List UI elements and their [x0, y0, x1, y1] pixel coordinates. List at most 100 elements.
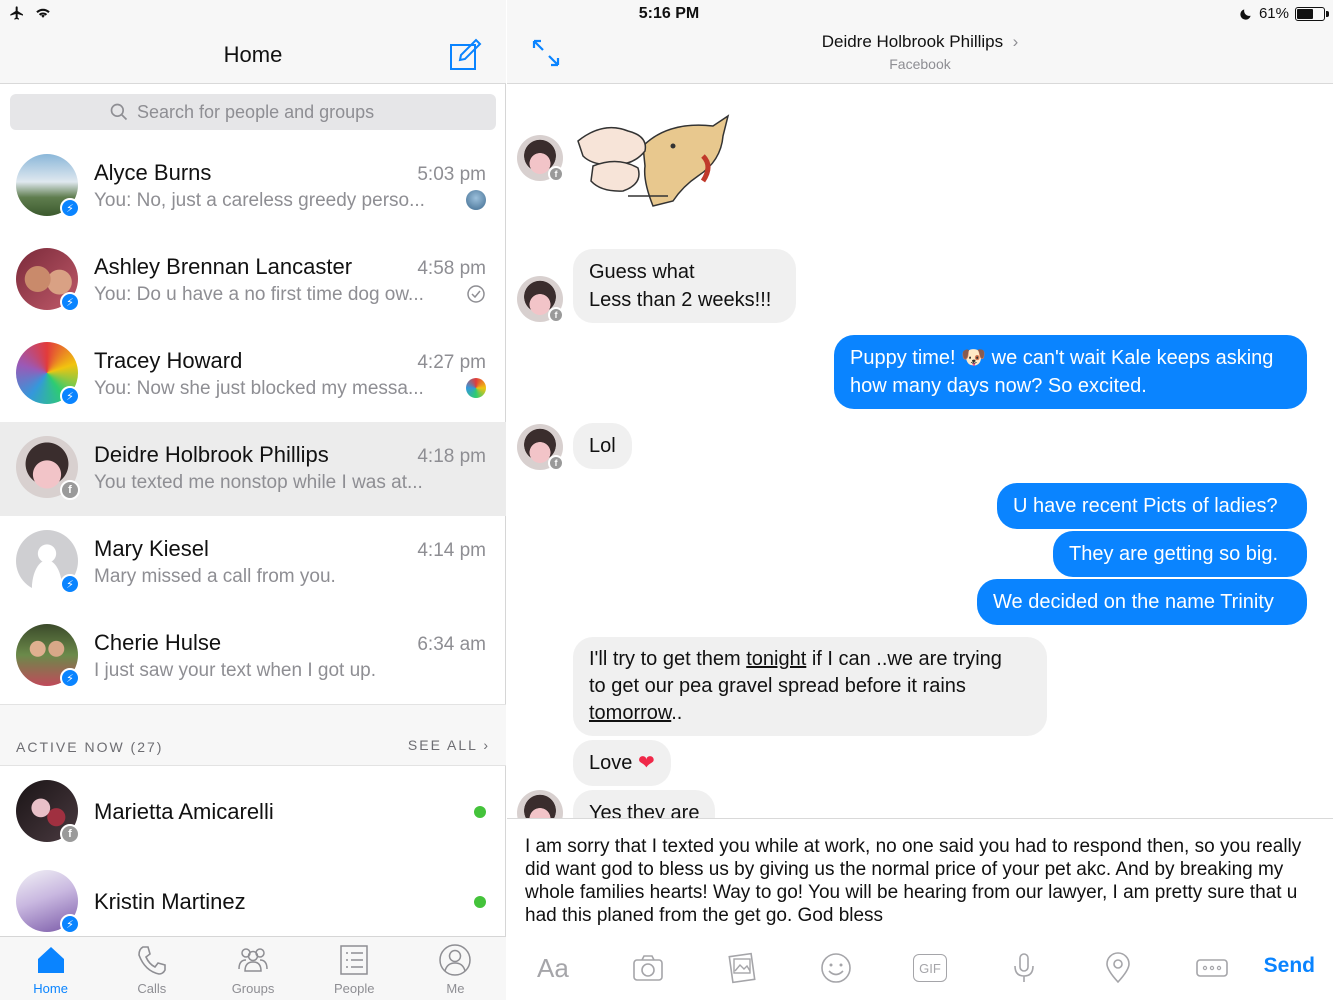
- gif-button[interactable]: GIF: [913, 948, 1007, 988]
- active-person-row[interactable]: f Marietta Amicarelli: [0, 766, 506, 856]
- conversation-preview: You: No, just a careless greedy perso...: [94, 190, 425, 211]
- conversation-row[interactable]: ⚡ Ashley Brennan Lancaster 4:58 pm You: …: [0, 234, 506, 328]
- outgoing-message[interactable]: Puppy time! 🐶 we can't wait Kale keeps a…: [834, 335, 1307, 409]
- messenger-badge-icon: ⚡: [60, 668, 80, 688]
- active-person-row[interactable]: ⚡ Kristin Martinez: [0, 856, 506, 946]
- more-icon: [1196, 959, 1228, 977]
- status-bar: 5:16 PM 61%: [0, 0, 1333, 28]
- compose-icon: [450, 38, 482, 70]
- message-text: I'll try to get them: [589, 648, 747, 670]
- conversation-name: Tracey Howard: [94, 348, 243, 373]
- chat-pane: Deidre Holbrook Phillips › Facebook f f …: [507, 0, 1333, 1000]
- gif-label: GIF: [919, 960, 941, 976]
- tab-groups[interactable]: Groups: [202, 937, 303, 1000]
- conversation-row[interactable]: ⚡ Mary Kiesel 4:14 pm Mary missed a call…: [0, 516, 506, 610]
- outgoing-message[interactable]: We decided on the name Trinity: [977, 579, 1307, 625]
- battery-tip: [1326, 10, 1329, 17]
- tab-calls[interactable]: Calls: [101, 937, 202, 1000]
- sent-check-icon: [467, 285, 485, 303]
- incoming-message[interactable]: Love ❤: [573, 740, 671, 786]
- message-text: ..: [671, 702, 683, 724]
- dog-emoji-icon: 🐶: [961, 347, 987, 369]
- message-input[interactable]: I am sorry that I texted you while at wo…: [525, 835, 1315, 931]
- send-button[interactable]: Send: [1264, 954, 1315, 978]
- location-pin-icon: [1106, 952, 1130, 984]
- gif-icon: GIF: [913, 954, 947, 982]
- sticker-button[interactable]: [819, 948, 913, 988]
- conversation-row[interactable]: ⚡ Cherie Hulse 6:34 am I just saw your t…: [0, 610, 506, 704]
- outgoing-message[interactable]: U have recent Picts of ladies?: [997, 483, 1307, 529]
- message-thread[interactable]: f f Guess what Less than 2 weeks!!! Pupp…: [507, 84, 1333, 818]
- photo-icon: [728, 952, 756, 984]
- message-link-text[interactable]: tonight: [746, 648, 806, 670]
- heart-icon: ❤: [637, 752, 655, 774]
- people-list-icon: [340, 945, 368, 975]
- message-text: if I can ..we are trying: [806, 648, 1002, 670]
- text-format-button[interactable]: Aa: [537, 948, 631, 988]
- incoming-message[interactable]: Yes they are: [573, 790, 716, 818]
- chevron-right-icon: ›: [483, 737, 490, 753]
- tab-label: Me: [446, 981, 465, 996]
- compose-button[interactable]: [448, 38, 482, 72]
- active-now-list: f Marietta Amicarelli ⚡ Kristin Martinez: [0, 766, 506, 946]
- search-icon: [110, 103, 128, 121]
- tab-label: People: [333, 981, 375, 996]
- conversation-preview: You: Now she just blocked my messa...: [94, 378, 424, 399]
- location-button[interactable]: [1101, 948, 1195, 988]
- tab-label: Groups: [231, 981, 275, 996]
- conversation-row[interactable]: ⚡ Tracey Howard 4:27 pm You: Now she jus…: [0, 328, 506, 422]
- message-text: Love: [589, 752, 638, 774]
- online-indicator-icon: [474, 806, 486, 818]
- groups-icon: [238, 948, 268, 972]
- microphone-icon: [1014, 953, 1034, 982]
- message-link-text[interactable]: tomorrow: [589, 702, 671, 724]
- battery-icon: [1295, 6, 1329, 21]
- voice-button[interactable]: [1007, 948, 1101, 988]
- status-right: 61%: [1239, 5, 1329, 22]
- active-now-header: ACTIVE NOW (27) SEE ALL ›: [0, 704, 506, 766]
- camera-icon: [633, 955, 663, 981]
- dog-sticker[interactable]: [573, 106, 733, 214]
- conversation-time: 4:14 pm: [417, 540, 486, 561]
- conversation-preview: I just saw your text when I got up.: [94, 660, 376, 681]
- conversation-time: 5:03 pm: [417, 164, 486, 185]
- active-now-title: ACTIVE NOW (27): [16, 739, 164, 755]
- tab-people[interactable]: People: [304, 937, 405, 1000]
- facebook-badge-icon: f: [60, 480, 80, 500]
- conversation-row-selected[interactable]: f Deidre Holbrook Phillips 4:18 pm You t…: [0, 422, 506, 516]
- conversation-preview: You texted me nonstop while I was at...: [94, 472, 423, 493]
- tab-me[interactable]: Me: [405, 937, 506, 1000]
- see-all-button[interactable]: SEE ALL ›: [408, 737, 490, 753]
- page-title: Home: [223, 42, 283, 67]
- message-line: how many days now? So excited.: [850, 375, 1147, 397]
- outgoing-message[interactable]: They are getting so big.: [1053, 531, 1307, 577]
- conversation-name: Ashley Brennan Lancaster: [94, 254, 353, 279]
- search-bar[interactable]: [10, 94, 496, 130]
- incoming-message[interactable]: Guess what Less than 2 weeks!!!: [573, 249, 796, 323]
- conversation-name: Mary Kiesel: [94, 536, 209, 561]
- conversation-preview: You: Do u have a no first time dog ow...: [94, 284, 424, 305]
- tab-home[interactable]: Home: [0, 937, 101, 1000]
- conversation-preview: Mary missed a call from you.: [94, 566, 336, 587]
- seen-avatar-icon: [466, 378, 486, 398]
- contact-name-button[interactable]: Deidre Holbrook Phillips ›: [507, 32, 1333, 52]
- incoming-message[interactable]: I'll try to get them tonight if I can ..…: [573, 637, 1047, 736]
- camera-button[interactable]: [631, 948, 725, 988]
- tab-bar: Home Calls Groups People Me: [0, 936, 506, 1000]
- conversation-row[interactable]: ⚡ Alyce Burns 5:03 pm You: No, just a ca…: [0, 140, 506, 234]
- search-input[interactable]: [137, 101, 397, 123]
- conversation-time: 4:18 pm: [417, 446, 486, 467]
- messenger-badge-icon: ⚡: [60, 292, 80, 312]
- tab-label: Home: [33, 981, 68, 996]
- battery-percent: 61%: [1258, 5, 1289, 22]
- incoming-message[interactable]: Lol: [573, 423, 632, 469]
- phone-icon: [137, 946, 166, 975]
- photo-gallery-button[interactable]: [725, 948, 819, 988]
- online-indicator-icon: [474, 896, 486, 908]
- messenger-badge-icon: ⚡: [60, 574, 80, 594]
- conversation-time: 4:27 pm: [417, 352, 486, 373]
- message-line: Guess what: [589, 261, 695, 283]
- home-icon: [37, 947, 64, 973]
- contact-source: Facebook: [889, 56, 951, 72]
- moon-icon: [1240, 8, 1251, 20]
